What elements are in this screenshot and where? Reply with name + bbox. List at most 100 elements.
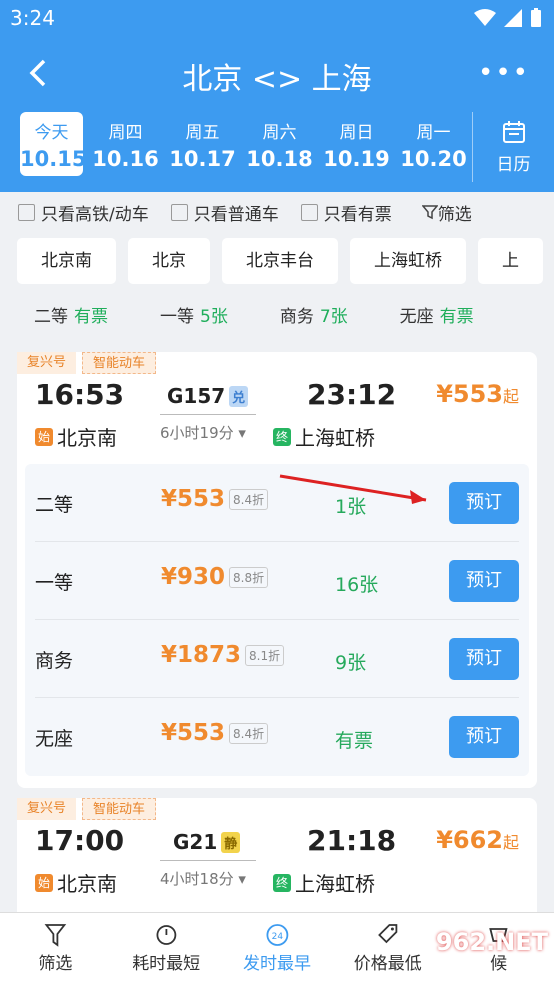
filter-normal[interactable]: 只看普通车: [170, 200, 279, 225]
seat-summary-item[interactable]: 一等 5张: [160, 302, 228, 327]
book-button[interactable]: 预订: [449, 716, 519, 758]
timer-icon: [156, 925, 177, 945]
price-tag-icon: [378, 924, 398, 944]
checkbox[interactable]: [170, 203, 188, 221]
train-tags: 复兴号 智能动车: [17, 798, 157, 820]
seat-class-row: 一等 ¥930 8.8折 16张 预订: [35, 542, 519, 620]
date-week: 周一: [416, 123, 451, 143]
signal-icon: [504, 9, 522, 27]
train-number: G21 静: [173, 830, 241, 854]
seat-name: 无座: [399, 306, 434, 327]
book-button[interactable]: 预订: [449, 560, 519, 602]
date-today[interactable]: 今天 10.15: [20, 112, 86, 176]
arrival-time: 23:12: [307, 378, 397, 411]
chevron-down-icon: ▾: [238, 424, 246, 442]
funnel-icon: [44, 924, 67, 947]
station-chip[interactable]: 北京南: [17, 238, 116, 284]
from-station: 始北京南: [35, 868, 117, 897]
checkbox[interactable]: [18, 203, 35, 221]
class-name: 二等: [35, 494, 74, 516]
class-price: ¥1873 8.1折: [161, 642, 285, 668]
seat-summary-item[interactable]: 二等 有票: [34, 302, 108, 327]
tab-filter[interactable]: 筛选: [0, 913, 111, 984]
exchange-badge: 兑: [229, 385, 249, 407]
seat-name: 商务: [279, 306, 314, 327]
station-chip[interactable]: 北京: [128, 238, 210, 284]
date-item[interactable]: 周五 10.17: [164, 112, 241, 182]
calendar-button[interactable]: 日历: [472, 112, 554, 182]
from-station-name: 北京南: [57, 426, 117, 450]
date-value: 10.17: [169, 147, 236, 171]
date-value: 10.16: [92, 147, 159, 171]
seat-class-panel: 二等 ¥553 8.4折 1张 预订 一等 ¥930 8.8折 16张 预订 商务 …: [25, 464, 529, 776]
seat-class-row: 商务 ¥1873 8.1折 9张 预订: [35, 620, 519, 698]
date-week: 周六: [262, 123, 297, 143]
tab-label: 价格最低: [353, 954, 422, 974]
status-time: 3:24: [10, 6, 55, 30]
clock-24-icon: 24: [266, 924, 288, 946]
tag-fuxing: 复兴号: [17, 352, 77, 374]
discount-badge: 8.8折: [229, 566, 269, 588]
tab-label: 耗时最短: [132, 954, 201, 974]
duration[interactable]: 6小时19分 ▾: [160, 422, 246, 443]
tag-fuxing: 复兴号: [17, 798, 77, 820]
filter-bar: 只看高铁/动车 只看普通车 只看有票 筛选: [0, 194, 554, 230]
class-name: 无座: [35, 728, 74, 750]
date-week: 今天: [34, 123, 69, 143]
station-chip[interactable]: 上: [478, 238, 543, 284]
book-button[interactable]: 预订: [449, 482, 519, 524]
filter-label: 只看普通车: [193, 204, 279, 225]
train-number-text: G157: [167, 384, 226, 408]
filter-available[interactable]: 只看有票: [300, 200, 392, 225]
to-station: 终上海虹桥: [273, 868, 375, 897]
date-item[interactable]: 周四 10.16: [87, 112, 164, 182]
date-item[interactable]: 周六 10.18: [241, 112, 318, 182]
date-week: 周五: [185, 123, 220, 143]
tag-smart-emu: 智能动车: [82, 798, 157, 820]
calendar-label: 日历: [496, 155, 531, 175]
departure-time: 16:53: [35, 378, 125, 411]
tab-lowest-price[interactable]: 价格最低: [332, 913, 443, 984]
seat-summary-item[interactable]: 无座 有票: [400, 302, 474, 327]
book-button[interactable]: 预订: [449, 638, 519, 680]
duration-text: 4小时18分: [160, 870, 234, 888]
more-icon[interactable]: •••: [478, 58, 530, 88]
station-chip[interactable]: 上海虹桥: [350, 238, 466, 284]
train-tags: 复兴号 智能动车: [17, 352, 157, 374]
class-price: ¥930 8.8折: [161, 564, 269, 590]
tab-label: 发时最早: [242, 954, 311, 974]
to-station-name: 上海虹桥: [295, 872, 375, 896]
end-badge: 终: [273, 427, 291, 446]
route-line: [160, 414, 256, 415]
filter-label: 只看高铁/动车: [41, 204, 149, 225]
route-title: 北京 <> 上海: [182, 62, 372, 97]
to-station: 终上海虹桥: [273, 422, 375, 451]
funnel-icon: [421, 205, 438, 220]
screen-button[interactable]: 筛选: [421, 200, 472, 225]
price-value: ¥553: [436, 380, 503, 408]
class-name: 一等: [35, 572, 74, 594]
station-chip[interactable]: 北京丰台: [222, 238, 338, 284]
status-icons: [474, 8, 542, 28]
seat-summary-item[interactable]: 商务 7张: [280, 302, 348, 327]
seat-name: 一等: [160, 306, 194, 327]
ticket-count: 16张: [335, 574, 379, 596]
svg-text:24: 24: [271, 932, 283, 942]
tab-earliest[interactable]: 24 发时最早: [222, 913, 333, 984]
tab-label: 筛选: [38, 954, 73, 974]
date-item[interactable]: 周日 10.19: [318, 112, 395, 182]
train-card[interactable]: 复兴号 智能动车 16:53 G157 兑 6小时19分 ▾ 23:12 始北京南…: [17, 352, 537, 788]
tab-label: 候: [490, 954, 508, 974]
date-item[interactable]: 周一 10.20: [395, 112, 472, 182]
filter-label: 只看有票: [323, 204, 392, 225]
train-number: G157 兑: [167, 384, 249, 408]
filter-high-speed[interactable]: 只看高铁/动车: [18, 200, 149, 225]
date-value: 10.20: [400, 147, 467, 171]
nav-bar: 北京 <> 上海 •••: [0, 40, 554, 108]
discount-badge: 8.4折: [229, 722, 269, 744]
battery-icon: [531, 8, 541, 27]
train-price: ¥553起: [436, 380, 519, 408]
tab-shortest[interactable]: 耗时最短: [111, 913, 222, 984]
checkbox[interactable]: [300, 203, 318, 221]
duration[interactable]: 4小时18分 ▾: [160, 868, 246, 889]
